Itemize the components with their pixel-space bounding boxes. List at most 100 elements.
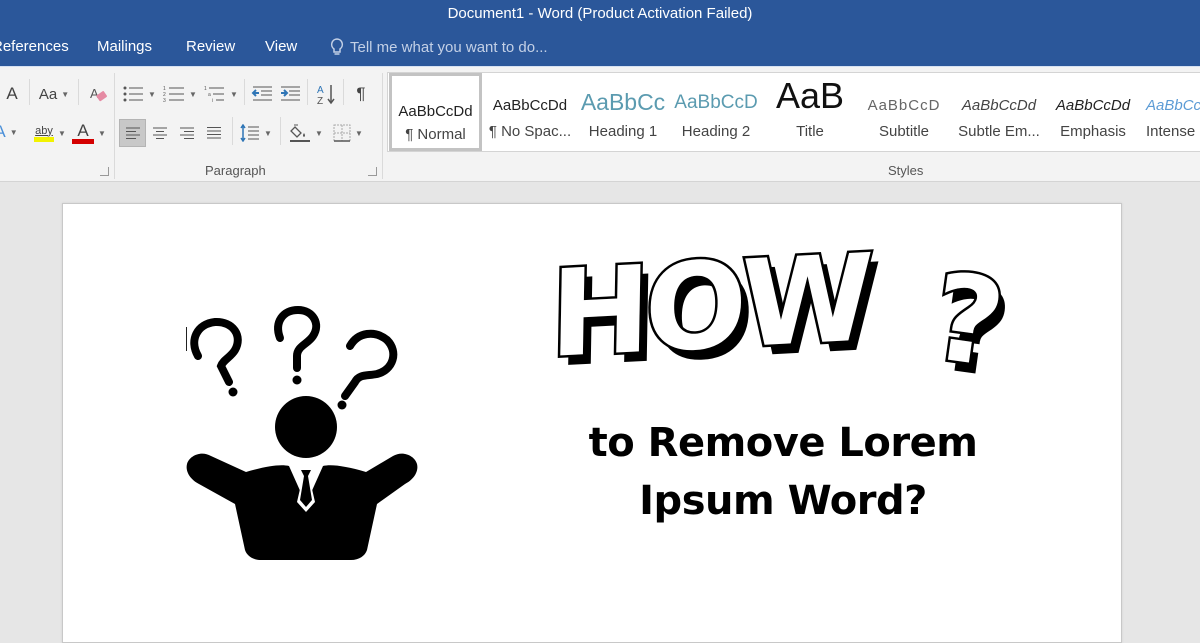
- numbering-button[interactable]: 1 2 3 ▼: [160, 81, 200, 107]
- headline-how: HOW: [546, 227, 871, 387]
- align-left-icon: [125, 127, 140, 139]
- style-sample: AaBbCcDd: [961, 97, 1037, 114]
- document-page[interactable]: HOW ? to Remove Lorem Ipsum Word?: [62, 203, 1122, 643]
- group-divider: [114, 73, 115, 179]
- style-sample: AaBbCcDd: [1055, 97, 1131, 114]
- style-sample: AaBbCcD: [867, 97, 941, 114]
- font-color-swatch: [72, 139, 95, 144]
- divider: [280, 117, 281, 145]
- window-title: Document1 - Word (Product Activation Fai…: [447, 5, 753, 22]
- style-label: Heading 2: [681, 123, 751, 140]
- ribbon-tab-bar: References Mailings Review View Tell me …: [0, 30, 1200, 66]
- clear-formatting-icon: A: [90, 86, 107, 102]
- chevron-down-icon: ▼: [98, 128, 106, 138]
- change-case-button[interactable]: Aa ▼: [36, 81, 72, 107]
- style-sample: AaBbCcDd: [492, 97, 568, 114]
- svg-text:Z: Z: [317, 96, 323, 105]
- decrease-indent-button[interactable]: [250, 81, 274, 107]
- justify-button[interactable]: [202, 119, 226, 147]
- text-highlight-color-button[interactable]: aby ▼: [30, 119, 70, 147]
- line-spacing-button[interactable]: ▼: [238, 119, 274, 147]
- bullets-button[interactable]: ▼: [120, 81, 158, 107]
- svg-text:A: A: [90, 86, 99, 101]
- grow-font-button[interactable]: A: [2, 81, 22, 107]
- borders-button[interactable]: ▼: [328, 119, 368, 147]
- lightbulb-icon: [330, 38, 344, 55]
- bullets-icon: [123, 86, 144, 102]
- align-center-icon: [153, 127, 167, 139]
- pilcrow-icon: ¶: [356, 84, 366, 103]
- tab-review[interactable]: Review: [186, 38, 235, 55]
- font-color-button[interactable]: A ▼: [70, 119, 108, 147]
- style-sample: AaBbCcD: [674, 92, 758, 113]
- subtitle-line-1: to Remove Lorem: [588, 420, 978, 466]
- chevron-down-icon: ▼: [315, 128, 323, 138]
- line-spacing-icon: [240, 124, 260, 142]
- font-dialog-launcher[interactable]: [100, 167, 109, 176]
- svg-text:i: i: [212, 98, 213, 103]
- style-no-spacing[interactable]: AaBbCcDd ¶ No Spac...: [484, 73, 576, 151]
- highlighter-icon: aby: [34, 125, 55, 142]
- align-center-button[interactable]: [148, 119, 172, 147]
- style-label: ¶ No Spac...: [488, 123, 572, 140]
- styles-gallery: AaBbCcDd ¶ Normal AaBbCcDd ¶ No Spac... …: [387, 72, 1200, 152]
- document-canvas: HOW ? to Remove Lorem Ipsum Word?: [0, 182, 1200, 643]
- chevron-down-icon: ▼: [230, 89, 238, 99]
- style-intense-emphasis[interactable]: AaBbCcDd Intense: [1142, 73, 1200, 151]
- tab-view[interactable]: View: [265, 38, 297, 55]
- align-left-button[interactable]: [119, 119, 146, 147]
- style-heading-2[interactable]: AaBbCcD Heading 2: [670, 73, 762, 151]
- style-heading-1[interactable]: AaBbCc Heading 1: [578, 73, 668, 151]
- style-emphasis[interactable]: AaBbCcDd Emphasis: [1048, 73, 1138, 151]
- increase-indent-button[interactable]: [278, 81, 302, 107]
- numbering-icon: 123: [163, 86, 185, 103]
- increase-indent-icon: [281, 86, 300, 101]
- svg-text:3: 3: [163, 98, 166, 103]
- paint-bucket-icon: [290, 124, 311, 142]
- style-title[interactable]: AaB Title: [764, 73, 856, 151]
- style-label: Emphasis: [1060, 123, 1126, 140]
- chevron-down-icon: ▼: [264, 128, 272, 138]
- text-effects-icon: A: [0, 122, 6, 141]
- paragraph-dialog-launcher[interactable]: [368, 167, 377, 176]
- tab-references[interactable]: References: [0, 38, 69, 55]
- change-case-icon: Aa: [38, 85, 58, 103]
- style-normal[interactable]: AaBbCcDd ¶ Normal: [389, 73, 482, 151]
- sort-button[interactable]: AZ: [314, 81, 338, 107]
- style-subtitle[interactable]: AaBbCcD Subtitle: [858, 73, 950, 151]
- multilevel-list-icon: 1ai: [204, 86, 225, 103]
- paragraph-group-label: Paragraph: [205, 163, 266, 178]
- text-effects-button[interactable]: A ▼: [0, 119, 18, 145]
- chevron-down-icon: ▼: [58, 128, 66, 138]
- style-sample: AaBbCcDd: [1146, 97, 1200, 114]
- style-label: Title: [796, 123, 824, 140]
- style-sample: AaB: [775, 75, 845, 116]
- chevron-down-icon: ▼: [148, 89, 156, 99]
- style-sample: AaBbCcDd: [398, 103, 473, 120]
- divider: [29, 79, 30, 105]
- tell-me-search[interactable]: Tell me what you want to do...: [330, 38, 548, 56]
- show-formatting-marks-button[interactable]: ¶: [350, 81, 372, 107]
- sort-icon: AZ: [317, 85, 335, 105]
- chevron-down-icon: ▼: [9, 127, 18, 137]
- subtitle-line-2: Ipsum Word?: [639, 478, 927, 524]
- style-label: Intense: [1146, 123, 1196, 140]
- title-bar: Document1 - Word (Product Activation Fai…: [0, 0, 1200, 30]
- justify-icon: [207, 127, 221, 139]
- divider: [244, 79, 245, 105]
- align-right-icon: [180, 127, 194, 139]
- highlight-color-swatch: [34, 136, 55, 142]
- align-right-button[interactable]: [175, 119, 199, 147]
- tab-mailings[interactable]: Mailings: [97, 38, 152, 55]
- confused-person-icon: [186, 305, 418, 560]
- style-label: Subtle Em...: [958, 123, 1040, 140]
- chevron-down-icon: ▼: [189, 89, 197, 99]
- svg-text:1: 1: [204, 86, 207, 92]
- style-subtle-emphasis[interactable]: AaBbCcDd Subtle Em...: [952, 73, 1046, 151]
- divider: [78, 79, 79, 105]
- clear-formatting-button[interactable]: A: [86, 81, 110, 107]
- shading-button[interactable]: ▼: [286, 119, 326, 147]
- multilevel-list-button[interactable]: 1 a i ▼: [202, 81, 240, 107]
- chevron-down-icon: ▼: [61, 89, 70, 99]
- divider: [307, 79, 308, 105]
